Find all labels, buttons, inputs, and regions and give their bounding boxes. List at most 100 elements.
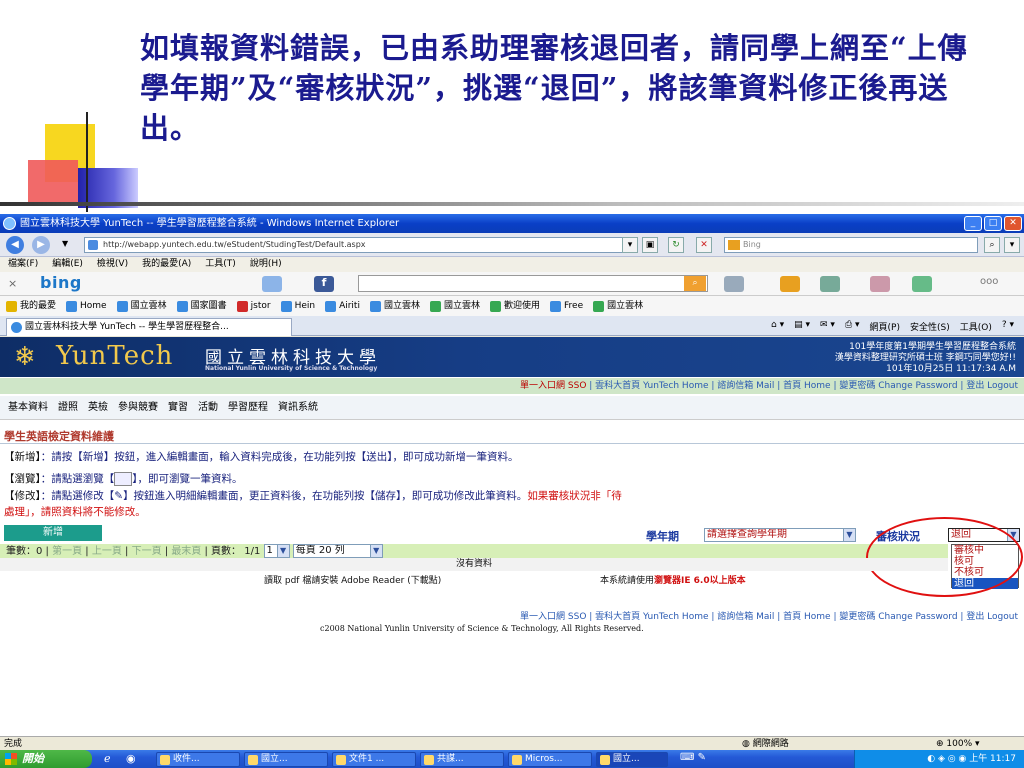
address-bar[interactable]: http://webapp.yuntech.edu.tw/eStudent/St… bbox=[84, 237, 638, 253]
menu-file[interactable]: 檔案(F) bbox=[8, 257, 38, 272]
compat-view-icon[interactable]: ▣ bbox=[642, 237, 658, 253]
task-label: 收件... bbox=[173, 754, 200, 764]
fav-item[interactable]: 國家圖書 bbox=[176, 296, 227, 316]
pencil-icon: ✎ bbox=[114, 490, 124, 502]
safety-menu[interactable]: 安全性(S) bbox=[910, 320, 950, 333]
nav-info-system[interactable]: 資訊系統 bbox=[278, 396, 318, 419]
prev-page-link[interactable]: 上一頁 bbox=[92, 546, 122, 557]
fav-item[interactable]: 國立雲林 bbox=[593, 296, 643, 316]
sparkle-icon[interactable] bbox=[870, 276, 890, 292]
sso-link[interactable]: 單一入口網 SSO bbox=[520, 381, 586, 391]
close-button[interactable]: ✕ bbox=[1004, 216, 1022, 231]
home-icon[interactable]: ⌂ ▾ bbox=[771, 320, 784, 333]
last-page-link[interactable]: 最末頁 bbox=[171, 546, 201, 557]
address-dropdown-icon[interactable]: ▾ bbox=[622, 237, 638, 253]
fav-item-home[interactable]: Home bbox=[66, 296, 107, 316]
inst-label: 【新增】 bbox=[4, 451, 41, 463]
forward-icon[interactable]: ▶ bbox=[32, 236, 50, 254]
menu-favorites[interactable]: 我的最愛(A) bbox=[142, 257, 191, 272]
facebook-icon[interactable]: f bbox=[314, 276, 334, 292]
menu-tools[interactable]: 工具(T) bbox=[205, 257, 236, 272]
cloud-icon[interactable] bbox=[262, 276, 282, 292]
quicklaunch-ie-icon[interactable]: ℯ bbox=[104, 752, 111, 765]
print-icon[interactable]: ⎙ ▾ bbox=[845, 320, 860, 333]
footer-links[interactable]: 單一入口網 SSO | 雲科大首頁 YunTech Home | 諮詢信箱 Ma… bbox=[0, 609, 1018, 622]
add-button[interactable]: 新增 bbox=[4, 525, 102, 541]
page-icon bbox=[550, 300, 562, 312]
like-icon[interactable] bbox=[724, 276, 744, 292]
status-bar: 完成 ◍ 網際網路 ⊕ 100% ▾ bbox=[0, 736, 1024, 750]
nav-basic-info[interactable]: 基本資料 bbox=[8, 396, 48, 419]
task-ie[interactable]: 國立... bbox=[244, 752, 328, 767]
menu-help[interactable]: 說明(H) bbox=[250, 257, 282, 272]
keyboard-icon[interactable]: ⌨ ✎ bbox=[680, 752, 706, 763]
people-icon[interactable] bbox=[912, 276, 932, 292]
main-nav: 基本資料 證照 英檢 參與競賽 實習 活動 學習歷程 資訊系統 bbox=[0, 396, 1024, 420]
favorites-button[interactable]: 我的最愛 bbox=[6, 296, 56, 316]
nav-english-test[interactable]: 英檢 bbox=[88, 396, 108, 419]
task-mail[interactable]: 收件... bbox=[156, 752, 240, 767]
fav-item-free[interactable]: Free bbox=[550, 296, 583, 316]
minimize-button[interactable]: _ bbox=[964, 216, 982, 231]
more-icon[interactable]: ooo bbox=[980, 276, 998, 287]
nav-certificates[interactable]: 證照 bbox=[58, 396, 78, 419]
task-word[interactable]: 文件1 ... bbox=[332, 752, 416, 767]
page-menu[interactable]: 網頁(P) bbox=[870, 320, 900, 333]
feeds-icon[interactable]: ▤ ▾ bbox=[794, 320, 810, 333]
nav-activities[interactable]: 活動 bbox=[198, 396, 218, 419]
bing-toolbar: × bing f ⌕ ooo bbox=[0, 272, 1024, 296]
per-page-select[interactable]: 每頁 20 列 ▼ bbox=[292, 544, 383, 558]
term-select[interactable]: 請選擇查詢學年期 ▼ bbox=[704, 528, 856, 542]
notification-icon[interactable] bbox=[780, 276, 800, 292]
window-titlebar[interactable]: 國立雲林科技大學 YunTech -- 學生學習歷程整合系統 - Windows… bbox=[0, 214, 1024, 233]
fav-item[interactable]: 國立雲林 bbox=[369, 296, 420, 316]
stop-icon[interactable]: ✕ bbox=[696, 237, 712, 253]
task-powerpoint[interactable]: Micros... bbox=[508, 752, 592, 767]
fav-item-airiti[interactable]: Airiti bbox=[325, 296, 360, 316]
zoom-control[interactable]: ⊕ 100% ▾ bbox=[936, 737, 980, 751]
tray-icons[interactable]: ◐ ◈ ◎ ◉ bbox=[927, 754, 969, 764]
tab-title: 國立雲林科技大學 YunTech -- 學生學習歷程整合... bbox=[25, 322, 229, 332]
next-page-link[interactable]: 下一頁 bbox=[132, 546, 162, 557]
bing-search-button[interactable]: ⌕ bbox=[684, 276, 706, 291]
fav-item[interactable]: 歡迎使用 bbox=[490, 296, 540, 316]
fav-item[interactable]: 國立雲林 bbox=[429, 296, 480, 316]
maximize-button[interactable]: □ bbox=[984, 216, 1002, 231]
fav-item-hein[interactable]: Hein bbox=[280, 296, 315, 316]
tools-menu[interactable]: 工具(O) bbox=[960, 320, 992, 333]
menu-view[interactable]: 檢視(V) bbox=[97, 257, 128, 272]
media-icon[interactable] bbox=[820, 276, 840, 292]
page-select[interactable]: 1 ▼ bbox=[263, 544, 290, 558]
search-input[interactable]: Bing bbox=[724, 237, 978, 253]
pdf-note[interactable]: 讀取 pdf 檔請安裝 Adobe Reader (下載點) bbox=[264, 573, 441, 586]
search-icon[interactable]: ⌕ bbox=[984, 237, 1000, 253]
current-datetime: 101年10月25日 11:17:34 A.M bbox=[886, 364, 1016, 374]
refresh-icon[interactable]: ↻ bbox=[668, 237, 684, 253]
bing-search-input[interactable] bbox=[358, 275, 708, 292]
menu-edit[interactable]: 編輯(E) bbox=[52, 257, 83, 272]
task-ie-active[interactable]: 國立... bbox=[596, 752, 668, 767]
command-bar: ⌂ ▾ ▤ ▾ ✉ ▾ ⎙ ▾ 網頁(P) 安全性(S) 工具(O) ? ▾ bbox=[771, 320, 1014, 333]
back-icon[interactable]: ◀ bbox=[6, 236, 24, 254]
chevron-down-icon: ▼ bbox=[369, 545, 382, 557]
history-dropdown-icon[interactable]: ▼ bbox=[62, 239, 68, 248]
search-options-icon[interactable]: ▾ bbox=[1004, 237, 1020, 253]
start-button[interactable]: 開始 bbox=[0, 750, 92, 768]
fav-item[interactable]: 國立雲林 bbox=[116, 296, 167, 316]
inst-label: 【瀏覽】 bbox=[4, 473, 41, 485]
quicklaunch-desktop-icon[interactable]: ◉ bbox=[126, 752, 136, 765]
ie-page-icon bbox=[11, 322, 22, 333]
close-toolbar-icon[interactable]: × bbox=[8, 277, 17, 290]
tab-active[interactable]: 國立雲林科技大學 YunTech -- 學生學習歷程整合... bbox=[6, 318, 292, 336]
task-folder[interactable]: 共謀... bbox=[420, 752, 504, 767]
fav-label: Airiti bbox=[339, 301, 360, 311]
nav-competitions[interactable]: 參與競賽 bbox=[118, 396, 158, 419]
view-icon bbox=[114, 472, 133, 486]
help-icon[interactable]: ? ▾ bbox=[1002, 320, 1014, 333]
nav-learning-portfolio[interactable]: 學習歷程 bbox=[228, 396, 268, 419]
nav-internship[interactable]: 實習 bbox=[168, 396, 188, 419]
top-links-text[interactable]: | 雲科大首頁 YunTech Home | 諮詢信箱 Mail | 首頁 Ho… bbox=[589, 381, 1018, 391]
fav-item-jstor[interactable]: jstor bbox=[236, 296, 271, 316]
mail-icon[interactable]: ✉ ▾ bbox=[820, 320, 835, 333]
first-page-link[interactable]: 第一頁 bbox=[52, 546, 82, 557]
